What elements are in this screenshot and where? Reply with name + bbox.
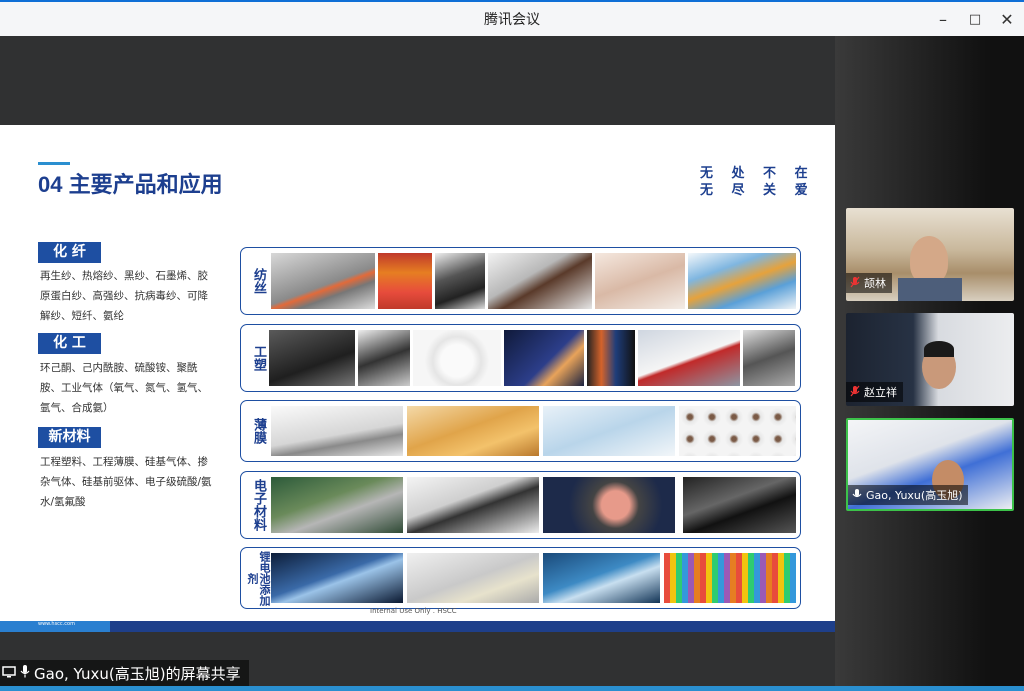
electric-car-image bbox=[271, 553, 403, 603]
row-label: 锂电池添加剂 bbox=[246, 550, 271, 606]
participant-name-tag: 颉林 bbox=[846, 273, 892, 293]
monitor-image bbox=[407, 477, 539, 533]
category-text: 再生纱、热熔纱、黑纱、石墨烯、胶原蛋白纱、高强纱、抗病毒纱、可降解纱、短纤、氨纶 bbox=[40, 270, 208, 322]
train-image bbox=[638, 330, 740, 386]
watch-image bbox=[543, 477, 675, 533]
athlete-image bbox=[488, 253, 592, 309]
participant-name-tag: 赵立祥 bbox=[846, 382, 903, 402]
slide-url: www.hscc.com bbox=[38, 621, 75, 627]
rocket-image bbox=[504, 330, 584, 386]
battery-image bbox=[543, 553, 660, 603]
shared-screen-area: 04 主要产品和应用 无 处 不 在 无 尽 关 爱 化 纤 再生纱、热熔纱、黑… bbox=[0, 36, 835, 691]
product-row: 工塑 bbox=[240, 324, 801, 392]
yarn-image bbox=[378, 253, 432, 309]
presentation-slide: 04 主要产品和应用 无 处 不 在 无 尽 关 爱 化 纤 再生纱、热熔纱、黑… bbox=[0, 125, 835, 632]
maximize-button[interactable]: □ bbox=[964, 9, 986, 31]
car-interior-image bbox=[269, 330, 355, 386]
slide-footer: Internal Use Only . HSCC bbox=[370, 607, 457, 615]
participant-video[interactable]: 颉林 bbox=[846, 208, 1014, 301]
mic-muted-icon bbox=[850, 385, 860, 400]
slogan-line: 无 尽 关 爱 bbox=[700, 183, 815, 198]
microphone-icon bbox=[20, 664, 30, 682]
category-badge: 新材料 bbox=[38, 427, 101, 448]
participant-video-active-speaker[interactable]: Gao, Yuxu(高玉旭) bbox=[846, 418, 1014, 511]
window-title: 腾讯会议 bbox=[484, 12, 540, 28]
row-label: 电子材料 bbox=[251, 479, 266, 531]
heading-accent-bar bbox=[38, 162, 70, 165]
product-row: 锂电池添加剂 bbox=[240, 547, 801, 609]
medical-image bbox=[543, 406, 675, 456]
product-row: 电子材料 bbox=[240, 471, 801, 539]
jacket-image bbox=[435, 253, 485, 309]
screen-share-icon bbox=[2, 664, 16, 682]
phones-image bbox=[587, 330, 635, 386]
blister-pack-image bbox=[679, 406, 796, 456]
packaging-film-image bbox=[407, 406, 539, 456]
category-text: 环己酮、己内酰胺、硫酸铵、聚酰胺、工业气体（氧气、氮气、氢气、氩气、合成氨） bbox=[40, 362, 208, 414]
colorful-filaments-image bbox=[664, 553, 796, 603]
bottom-accent-bar bbox=[0, 686, 1024, 691]
gears-image bbox=[743, 330, 795, 386]
share-status-text: Gao, Yuxu(高玉旭)的屏幕共享 bbox=[34, 664, 241, 683]
participant-name-tag: Gao, Yuxu(高玉旭) bbox=[848, 485, 969, 505]
smartwatch-image bbox=[358, 330, 410, 386]
circuit-board-image bbox=[271, 477, 403, 533]
slide-heading: 04 主要产品和应用 bbox=[38, 172, 223, 197]
slide-footer-band bbox=[0, 621, 835, 632]
slogan-line: 无 处 不 在 bbox=[700, 166, 815, 181]
participant-video[interactable]: 赵立祥 bbox=[846, 313, 1014, 406]
category-text: 工程塑料、工程薄膜、硅基气体、掺杂气体、硅基前驱体、电子级硫酸/氨水/氢氟酸 bbox=[40, 456, 212, 508]
cameras-image bbox=[683, 477, 796, 533]
row-label: 薄膜 bbox=[251, 418, 266, 444]
close-button[interactable]: ✕ bbox=[996, 9, 1018, 31]
participant-name: 颉林 bbox=[864, 277, 886, 290]
sneaker-image bbox=[271, 253, 375, 309]
row-label: 工塑 bbox=[251, 345, 266, 371]
film-roll-image bbox=[271, 406, 403, 456]
minimize-button[interactable]: – bbox=[932, 9, 954, 31]
participant-hair bbox=[924, 341, 954, 357]
category-badge: 化 纤 bbox=[38, 242, 101, 263]
row-label: 纺丝 bbox=[251, 268, 266, 294]
participant-body bbox=[898, 278, 962, 301]
participant-name: 赵立祥 bbox=[864, 386, 897, 399]
product-row: 薄膜 bbox=[240, 400, 801, 462]
screen-share-indicator: Gao, Yuxu(高玉旭)的屏幕共享 bbox=[0, 660, 249, 686]
lingerie-image bbox=[595, 253, 685, 309]
category-badge: 化 工 bbox=[38, 333, 101, 354]
title-bar: 腾讯会议 – □ ✕ bbox=[0, 0, 1024, 36]
slogan: 无 处 不 在 无 尽 关 爱 bbox=[700, 165, 815, 199]
lab-image bbox=[407, 553, 539, 603]
participant-face bbox=[910, 236, 948, 284]
mic-muted-icon bbox=[850, 276, 860, 291]
umbrellas-image bbox=[688, 253, 796, 309]
participant-name: Gao, Yuxu(高玉旭) bbox=[866, 489, 963, 502]
microphone-icon bbox=[852, 488, 862, 503]
robot-vacuum-image bbox=[413, 330, 501, 386]
product-row: 纺丝 bbox=[240, 247, 801, 315]
